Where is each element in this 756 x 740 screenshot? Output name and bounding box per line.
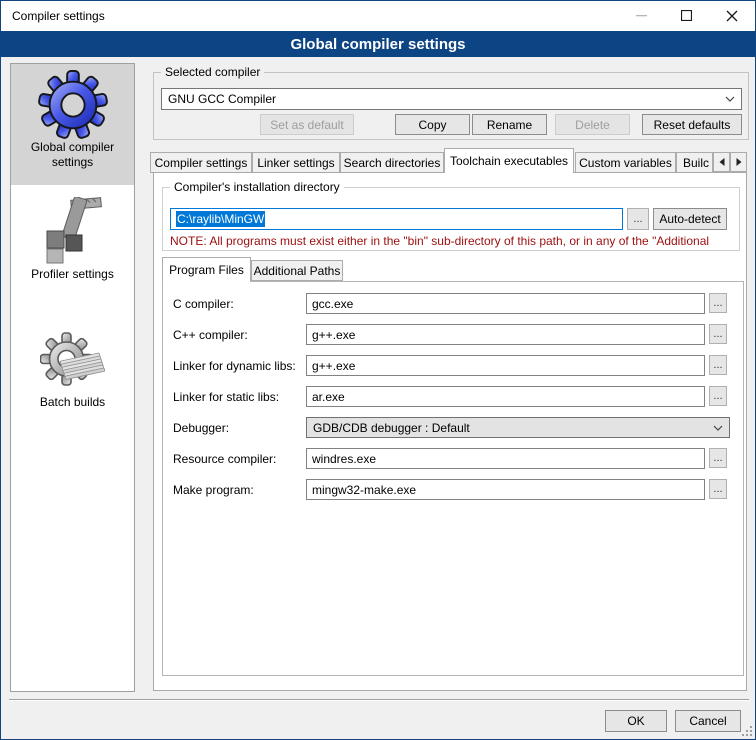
arrow-left-icon [719, 158, 725, 166]
installation-directory-input[interactable]: C:\raylib\MinGW [170, 208, 623, 230]
dialog-banner: Global compiler settings [1, 31, 755, 57]
selected-compiler-group-label: Selected compiler [161, 65, 264, 79]
minimize-button[interactable] [619, 1, 664, 30]
reset-defaults-button[interactable]: Reset defaults [642, 114, 742, 135]
sidebar-item-profiler-settings[interactable]: Profiler settings [11, 197, 134, 301]
linker-static-input[interactable] [306, 386, 705, 407]
c-compiler-input[interactable] [306, 293, 705, 314]
installation-directory-group-label: Compiler's installation directory [170, 180, 344, 194]
gray-gear-stack-icon [40, 331, 106, 395]
toolchain-executables-panel: Compiler's installation directory C:\ray… [153, 172, 747, 691]
sidebar-item-label: Global compiler settings [17, 140, 129, 170]
tab-toolchain-executables[interactable]: Toolchain executables [444, 148, 574, 173]
banner-title: Global compiler settings [290, 36, 465, 53]
sidebar-item-label: Profiler settings [17, 267, 129, 282]
resource-compiler-row: Resource compiler: ... [163, 448, 743, 470]
arrow-right-icon [736, 158, 742, 166]
linker-dynamic-row: Linker for dynamic libs: ... [163, 355, 743, 377]
rename-button[interactable]: Rename [472, 114, 547, 135]
tab-custom-variables[interactable]: Custom variables [575, 152, 676, 173]
tab-scroll-left-button[interactable] [713, 152, 730, 172]
footer-divider [9, 699, 749, 701]
tab-build-options-truncated[interactable]: Builc [676, 152, 713, 173]
installation-directory-group: Compiler's installation directory C:\ray… [162, 187, 740, 251]
linker-dynamic-browse-button[interactable]: ... [709, 355, 727, 375]
cpp-compiler-input[interactable] [306, 324, 705, 345]
program-files-page: C compiler: ... C++ compiler: ... Linker… [162, 281, 744, 676]
cpp-compiler-row: C++ compiler: ... [163, 324, 743, 346]
compiler-select-value: GNU GCC Compiler [168, 92, 276, 106]
compiler-settings-dialog: Compiler settings Global compiler settin… [0, 0, 756, 740]
linker-dynamic-label: Linker for dynamic libs: [173, 359, 296, 373]
delete-button[interactable]: Delete [555, 114, 630, 135]
resource-compiler-label: Resource compiler: [173, 452, 276, 466]
c-compiler-label: C compiler: [173, 297, 234, 311]
titlebar: Compiler settings [1, 1, 755, 31]
debugger-label: Debugger: [173, 421, 229, 435]
chevron-down-icon [725, 96, 735, 102]
installation-directory-value: C:\raylib\MinGW [176, 211, 265, 227]
debugger-select-value: GDB/CDB debugger : Default [313, 421, 470, 435]
set-as-default-button[interactable]: Set as default [260, 114, 354, 135]
linker-static-browse-button[interactable]: ... [709, 386, 727, 406]
resource-compiler-browse-button[interactable]: ... [709, 448, 727, 468]
c-compiler-browse-button[interactable]: ... [709, 293, 727, 313]
resize-grip[interactable] [742, 726, 753, 737]
debugger-select[interactable]: GDB/CDB debugger : Default [306, 417, 730, 438]
cpp-compiler-label: C++ compiler: [173, 328, 248, 342]
close-button[interactable] [709, 1, 754, 30]
compiler-select[interactable]: GNU GCC Compiler [161, 88, 742, 110]
tab-scroll-right-button[interactable] [730, 152, 747, 172]
make-program-input[interactable] [306, 479, 705, 500]
sidebar-item-label: Batch builds [17, 395, 129, 410]
sidebar-item-global-compiler-settings[interactable]: Global compiler settings [11, 64, 134, 185]
window-title: Compiler settings [12, 1, 105, 31]
tab-linker-settings[interactable]: Linker settings [252, 152, 340, 173]
selected-compiler-group: Selected compiler GNU GCC Compiler Set a… [153, 72, 749, 140]
linker-dynamic-input[interactable] [306, 355, 705, 376]
ok-button[interactable]: OK [605, 710, 667, 732]
make-program-browse-button[interactable]: ... [709, 479, 727, 499]
resource-compiler-input[interactable] [306, 448, 705, 469]
close-icon [726, 10, 738, 22]
maximize-icon [681, 10, 692, 21]
c-compiler-row: C compiler: ... [163, 293, 743, 315]
linker-static-row: Linker for static libs: ... [163, 386, 743, 408]
settings-category-list: Global compiler settings Profiler settin… [10, 63, 135, 692]
caliper-icon [38, 197, 108, 267]
minimize-icon [636, 15, 647, 17]
cpp-compiler-browse-button[interactable]: ... [709, 324, 727, 344]
copy-button[interactable]: Copy [395, 114, 470, 135]
linker-static-label: Linker for static libs: [173, 390, 279, 404]
tab-search-directories[interactable]: Search directories [340, 152, 444, 173]
debugger-row: Debugger: GDB/CDB debugger : Default [163, 417, 743, 439]
make-program-label: Make program: [173, 483, 254, 497]
subtab-additional-paths[interactable]: Additional Paths [251, 260, 343, 281]
installation-directory-browse-button[interactable]: ... [627, 208, 649, 230]
chevron-down-icon [713, 425, 723, 431]
cancel-button[interactable]: Cancel [675, 710, 741, 732]
blue-gear-icon [38, 70, 108, 140]
tab-compiler-settings[interactable]: Compiler settings [150, 152, 252, 173]
sidebar-item-batch-builds[interactable]: Batch builds [11, 331, 134, 441]
bin-subdirectory-note: NOTE: All programs must exist either in … [170, 234, 738, 248]
auto-detect-button[interactable]: Auto-detect [653, 208, 727, 230]
subtab-program-files[interactable]: Program Files [162, 257, 251, 282]
make-program-row: Make program: ... [163, 479, 743, 501]
maximize-button[interactable] [664, 1, 709, 30]
